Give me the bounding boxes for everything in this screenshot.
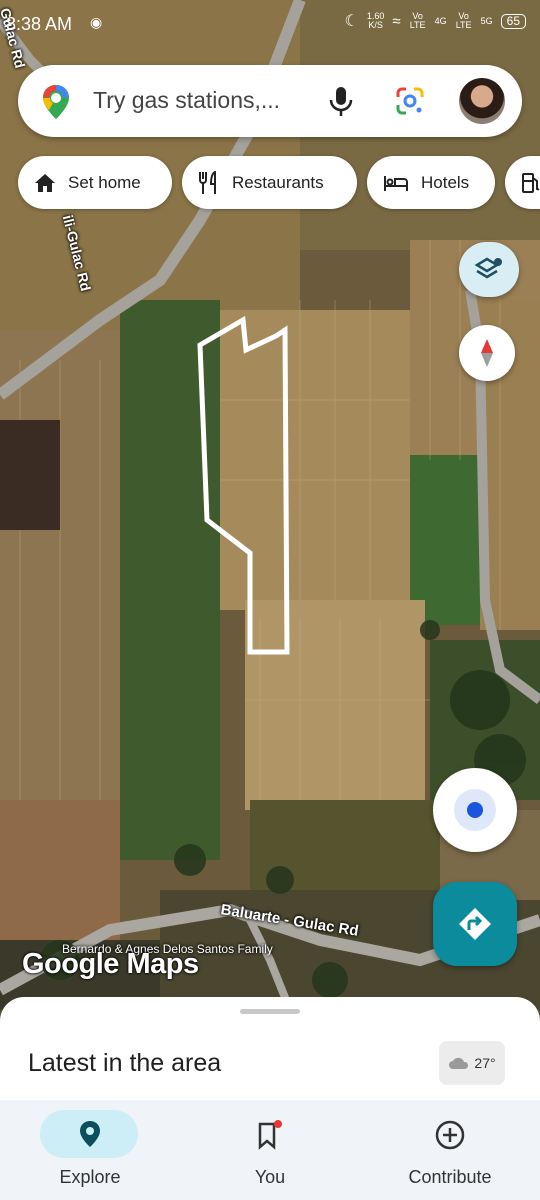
status-bar: 8:38 AM ◉ ☾ 1.60 K/S ≈ Vo LTE 4G Vo LTE 5… (0, 0, 540, 50)
status-time: 8:38 AM (6, 14, 73, 34)
drag-handle[interactable] (240, 1009, 300, 1014)
layers-icon (474, 257, 502, 278)
weather-chip[interactable]: 27° (439, 1041, 505, 1085)
map-imagery (0, 0, 540, 1010)
chip-restaurants[interactable]: Restaurants (182, 156, 357, 209)
directions-icon (459, 908, 491, 940)
chip-label: Restaurants (232, 172, 324, 192)
nav-you[interactable]: You (180, 1100, 360, 1200)
google-lens-icon[interactable] (394, 85, 426, 122)
cloud-icon (449, 1057, 469, 1069)
messenger-icon: ◉ (90, 14, 103, 30)
temperature: 27° (474, 1055, 496, 1071)
chip-gas-stations[interactable] (505, 156, 540, 209)
hotel-icon (384, 175, 408, 191)
chip-hotels[interactable]: Hotels (367, 156, 495, 209)
moon-icon: ☾ (344, 12, 359, 30)
search-bar[interactable]: Try gas stations,... (18, 65, 522, 137)
bottom-sheet[interactable]: Latest in the area 27° (0, 997, 540, 1107)
wifi-icon: ≈ (392, 12, 401, 30)
volte-indicator-2: Vo LTE (455, 11, 472, 30)
nav-label: Contribute (408, 1167, 492, 1187)
chip-label: Set home (68, 172, 141, 192)
bookmark-icon (258, 1120, 282, 1150)
home-icon (35, 173, 55, 192)
satellite-map[interactable]: Gulac Rd ili-Gulac Rd Baluarte - Gulac R… (0, 0, 540, 1010)
chip-label: Hotels (421, 172, 470, 192)
explore-pin-icon (80, 1121, 100, 1147)
category-chips: Set home Restaurants Hotels (18, 156, 540, 210)
nav-label: You (254, 1167, 286, 1187)
chip-set-home[interactable]: Set home (18, 156, 172, 209)
my-location-button[interactable] (433, 768, 517, 852)
add-circle-icon (435, 1120, 465, 1150)
battery-indicator: 65 (500, 13, 526, 29)
sheet-title: Latest in the area (28, 1049, 222, 1077)
signal-5g: 5G (480, 15, 493, 26)
gas-station-icon (522, 172, 540, 193)
network-speed: 1.60 K/S (366, 11, 385, 30)
layers-button[interactable] (459, 242, 519, 297)
nav-contribute[interactable]: Contribute (360, 1100, 540, 1200)
microphone-icon[interactable] (328, 85, 354, 122)
status-icons: ☾ 1.60 K/S ≈ Vo LTE 4G Vo LTE 5G 65 (344, 11, 526, 30)
bottom-navigation: Explore You Contribute (0, 1100, 540, 1200)
search-input[interactable]: Try gas stations,... (93, 87, 280, 114)
nav-explore[interactable]: Explore (0, 1100, 180, 1200)
google-maps-pin-icon (40, 83, 72, 126)
volte-indicator-1: Vo LTE (409, 11, 426, 30)
google-maps-logo: Google Maps (22, 948, 199, 980)
compass-button[interactable] (459, 325, 515, 381)
avatar[interactable] (459, 78, 505, 124)
nav-label: Explore (59, 1167, 121, 1187)
directions-button[interactable] (433, 882, 517, 966)
compass-icon (481, 339, 493, 367)
signal-4g: 4G (434, 15, 447, 26)
restaurant-icon (199, 170, 216, 194)
my-location-icon (454, 789, 496, 831)
